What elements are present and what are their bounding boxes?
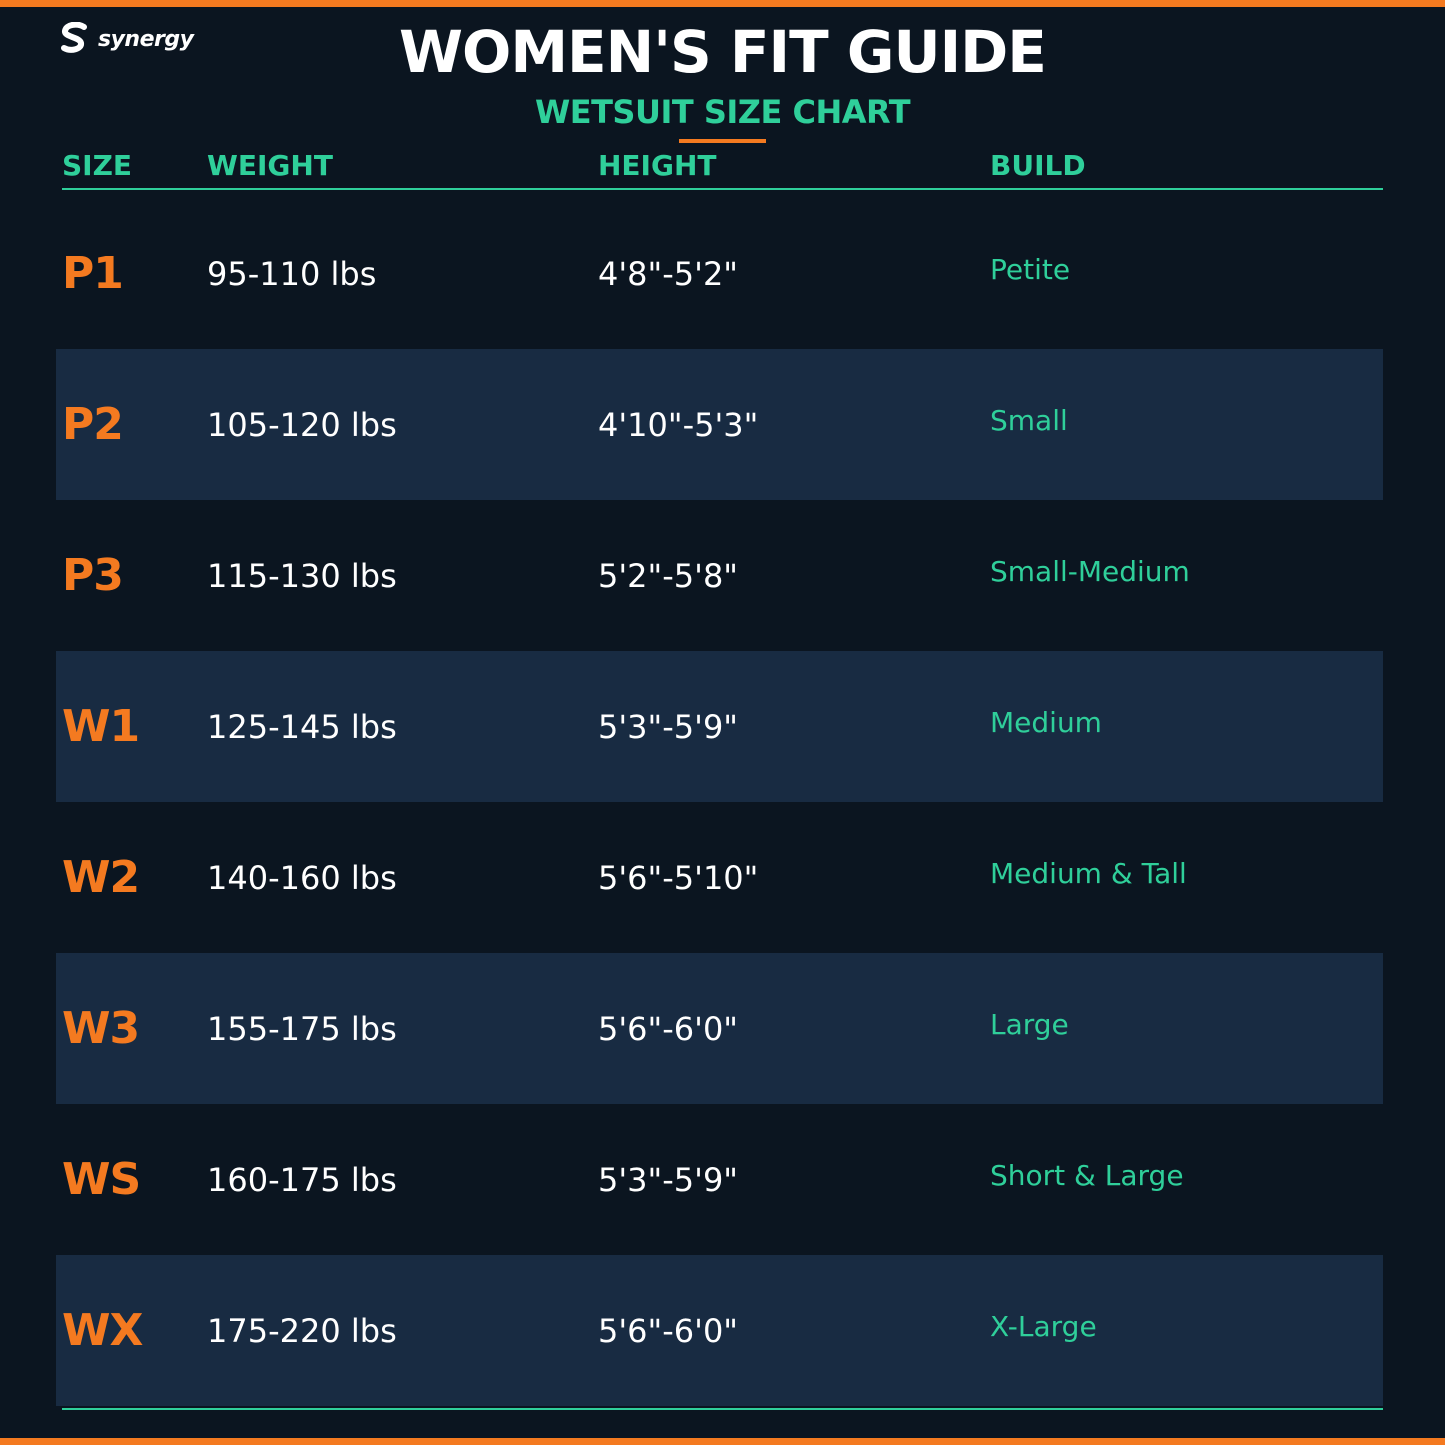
build-type: X-Large bbox=[990, 1310, 1097, 1343]
height-range: 5'6"-6'0" bbox=[598, 1009, 739, 1048]
build-type: Petite bbox=[990, 253, 1071, 286]
size-code: W2 bbox=[62, 852, 140, 903]
size-code: P2 bbox=[62, 399, 124, 450]
page-subtitle: WETSUIT SIZE CHART bbox=[534, 93, 911, 131]
height-range: 4'8"-5'2" bbox=[598, 254, 739, 293]
weight-range: 160-175 lbs bbox=[207, 1160, 397, 1199]
size-code: W1 bbox=[62, 701, 140, 752]
size-code: P1 bbox=[62, 248, 124, 299]
weight-range: 155-175 lbs bbox=[207, 1009, 397, 1048]
header-build: BUILD bbox=[990, 149, 1086, 182]
height-range: 5'2"-5'8" bbox=[598, 556, 739, 595]
build-type: Large bbox=[990, 1008, 1069, 1041]
table-row: WS 160-175 lbs 5'3"-5'9" Short & Large bbox=[56, 1104, 1383, 1255]
weight-range: 95-110 lbs bbox=[207, 254, 377, 293]
table-row: W3 155-175 lbs 5'6"-6'0" Large bbox=[56, 953, 1383, 1104]
weight-range: 115-130 lbs bbox=[207, 556, 397, 595]
table-bottom-divider bbox=[62, 1408, 1383, 1410]
table-row: P2 105-120 lbs 4'10"-5'3" Small bbox=[56, 349, 1383, 500]
build-type: Medium & Tall bbox=[990, 857, 1187, 890]
table-row: W2 140-160 lbs 5'6"-5'10" Medium & Tall bbox=[56, 802, 1383, 953]
size-code: WS bbox=[62, 1154, 141, 1205]
page-title: WOMEN'S FIT GUIDE bbox=[399, 18, 1047, 86]
table-row: P3 115-130 lbs 5'2"-5'8" Small-Medium bbox=[56, 500, 1383, 651]
build-type: Small-Medium bbox=[990, 555, 1190, 588]
build-type: Medium bbox=[990, 706, 1102, 739]
height-range: 5'6"-5'10" bbox=[598, 858, 759, 897]
size-table: P1 95-110 lbs 4'8"-5'2" Petite P2 105-12… bbox=[56, 198, 1383, 1406]
size-code: P3 bbox=[62, 550, 124, 601]
height-range: 5'6"-6'0" bbox=[598, 1311, 739, 1350]
table-header: SIZE WEIGHT HEIGHT BUILD bbox=[62, 146, 1383, 186]
weight-range: 175-220 lbs bbox=[207, 1311, 397, 1350]
table-row: W1 125-145 lbs 5'3"-5'9" Medium bbox=[56, 651, 1383, 802]
header-weight: WEIGHT bbox=[207, 149, 333, 182]
height-range: 4'10"-5'3" bbox=[598, 405, 759, 444]
bottom-accent-bar bbox=[0, 1438, 1445, 1445]
weight-range: 125-145 lbs bbox=[207, 707, 397, 746]
header-size: SIZE bbox=[62, 149, 133, 182]
weight-range: 140-160 lbs bbox=[207, 858, 397, 897]
weight-range: 105-120 lbs bbox=[207, 405, 397, 444]
build-type: Small bbox=[990, 404, 1068, 437]
size-code: W3 bbox=[62, 1003, 140, 1054]
table-row: P1 95-110 lbs 4'8"-5'2" Petite bbox=[56, 198, 1383, 349]
table-row: WX 175-220 lbs 5'6"-6'0" X-Large bbox=[56, 1255, 1383, 1406]
height-range: 5'3"-5'9" bbox=[598, 707, 739, 746]
build-type: Short & Large bbox=[990, 1159, 1184, 1192]
subtitle-underline bbox=[679, 139, 766, 143]
height-range: 5'3"-5'9" bbox=[598, 1160, 739, 1199]
size-code: WX bbox=[62, 1305, 143, 1356]
top-accent-bar bbox=[0, 0, 1445, 7]
header-divider bbox=[62, 188, 1383, 190]
header-height: HEIGHT bbox=[598, 149, 717, 182]
